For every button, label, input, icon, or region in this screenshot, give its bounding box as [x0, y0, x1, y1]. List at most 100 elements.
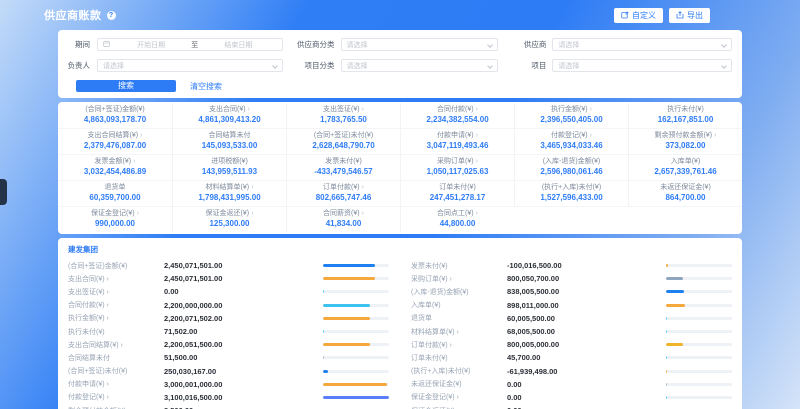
stat-cell[interactable]: 支出签证(¥)›1,783,765.50: [286, 103, 400, 129]
account-row-label: (合同+签证)金额(¥): [68, 261, 164, 271]
stat-value: 2,596,980,061.46: [540, 167, 602, 177]
stat-cell[interactable]: 合同薪资(¥)›41,834.00: [286, 207, 400, 233]
stat-value: 864,700.00: [665, 193, 705, 203]
stat-value: 3,465,934,033.46: [540, 141, 602, 151]
supplier-select[interactable]: 请选择: [552, 38, 732, 51]
account-row-label: 执行未付(¥): [68, 327, 164, 337]
account-row: 合同付款(¥) ›2,200,000,000.00: [68, 299, 389, 312]
stat-value: 1,527,596,433.00: [540, 193, 602, 203]
stat-cell[interactable]: 支出合同(¥)›4,861,309,413.20: [172, 103, 286, 129]
export-button[interactable]: 导出: [669, 8, 710, 23]
mini-bar: [323, 277, 389, 280]
stat-label: 保证金登记(¥): [91, 210, 135, 217]
account-row: 保证金返还(¥) ›0.00: [411, 404, 732, 409]
customize-button[interactable]: 自定义: [614, 8, 663, 23]
group-name-link[interactable]: 建发集团: [68, 244, 732, 255]
chevron-right-icon: ›: [590, 132, 592, 139]
start-date-input[interactable]: 开始日期: [113, 40, 189, 50]
stat-value: 247,451,278.17: [430, 193, 486, 203]
account-row-value: 0.00: [507, 393, 647, 402]
owner-select[interactable]: 请选择: [97, 59, 283, 72]
account-row: 订单付款(¥) ›800,005,000.00: [411, 338, 732, 351]
mini-bar: [323, 264, 389, 267]
account-row: 退货单60,005,500.00: [411, 312, 732, 325]
account-row-value: 2,450,071,501.00: [164, 261, 304, 270]
account-row-label: (入库-退货)金额(¥): [411, 287, 507, 297]
stat-value: 3,047,119,493.46: [427, 141, 489, 151]
group-rows-left: (合同+签证)金额(¥)2,450,071,501.00支出合同(¥) ›2,4…: [68, 259, 389, 409]
account-row: 付款登记(¥) ›3,100,016,500.00: [68, 391, 389, 404]
account-row-label[interactable]: 执行金额(¥) ›: [68, 313, 164, 323]
side-drawer-handle[interactable]: [0, 179, 7, 205]
stat-value: 1,798,431,995.00: [198, 193, 260, 203]
account-row-value: 2,200,051,500.00: [164, 340, 304, 349]
account-row-label[interactable]: 订单付款(¥) ›: [411, 340, 507, 350]
account-row-label: 退货单: [411, 313, 507, 323]
account-row-label[interactable]: 付款申请(¥) ›: [68, 379, 164, 389]
account-row-label[interactable]: 保证金登记(¥) ›: [411, 392, 507, 402]
account-row-value: 2,450,071,501.00: [164, 274, 304, 283]
account-row-label: 未返还保证金(¥): [411, 379, 507, 389]
stat-cell[interactable]: 订单付款(¥)›802,665,747.46: [286, 181, 400, 207]
stat-cell: 退货单60,359,700.00: [58, 181, 172, 207]
stat-cell[interactable]: 采购订单(¥)›1,050,117,025.63: [400, 155, 514, 181]
account-row-value: 838,005,500.00: [507, 287, 647, 296]
account-row-value: 68,005,500.00: [507, 327, 647, 336]
stat-label: 合同点工(¥): [437, 210, 474, 217]
stat-cell[interactable]: 材料结算单(¥)›1,798,431,995.00: [172, 181, 286, 207]
stat-cell: (执行+入库)未付(¥)1,527,596,433.00: [514, 181, 628, 207]
account-row-value: 2,200,000,000.00: [164, 301, 304, 310]
account-row-value: 51,500.00: [164, 353, 304, 362]
stat-cell[interactable]: 执行金额(¥)›2,396,550,405.00: [514, 103, 628, 129]
help-icon[interactable]: ?: [107, 11, 116, 20]
stat-cell[interactable]: 支出合同结算(¥)›2,379,476,087.00: [58, 129, 172, 155]
clear-search-link[interactable]: 清空搜索: [190, 81, 222, 92]
stat-label: 合同薪资(¥): [323, 210, 360, 217]
account-row-label[interactable]: 剩余预付款金额(¥) ›: [68, 406, 164, 409]
account-row: 入库单(¥)898,011,000.00: [411, 299, 732, 312]
mini-bar: [323, 343, 389, 346]
chevron-down-icon: [488, 63, 494, 69]
stat-cell[interactable]: 发票金额(¥)›3,032,454,486.89: [58, 155, 172, 181]
stat-cell[interactable]: 付款申请(¥)›3,047,119,493.46: [400, 129, 514, 155]
account-row-label[interactable]: 付款登记(¥) ›: [68, 392, 164, 402]
supplier-category-select[interactable]: 请选择: [341, 38, 499, 51]
stat-cell[interactable]: 保证金返还(¥)›125,300.00: [172, 207, 286, 233]
stat-value: 4,861,309,413.20: [198, 115, 260, 125]
stat-cell[interactable]: 保证金登记(¥)›990,000.00: [58, 207, 172, 233]
mini-bar: [323, 317, 389, 320]
account-row: 订单未付(¥)45,700.00: [411, 351, 732, 364]
account-row-label[interactable]: 保证金返还(¥) ›: [411, 406, 507, 409]
mini-bar: [666, 396, 732, 399]
end-date-input[interactable]: 结束日期: [200, 40, 276, 50]
account-row-label[interactable]: 支出合同(¥) ›: [68, 274, 164, 284]
account-row: 材料结算单(¥) ›68,005,500.00: [411, 325, 732, 338]
project-select[interactable]: 请选择: [552, 59, 732, 72]
stat-value: 2,234,382,554.00: [426, 115, 488, 125]
stat-cell[interactable]: 付款登记(¥)›3,465,934,033.46: [514, 129, 628, 155]
date-range-field[interactable]: 开始日期 至 结束日期: [97, 38, 283, 51]
stats-grid: (合同+签证)金额(¥)4,863,093,178.70支出合同(¥)›4,86…: [58, 103, 742, 233]
account-row-label[interactable]: 合同付款(¥) ›: [68, 300, 164, 310]
account-row-label: (执行+入库)未付(¥): [411, 366, 507, 376]
account-row: 支出签证(¥) ›0.00: [68, 285, 389, 298]
account-row-value: 3,100,016,500.00: [164, 393, 304, 402]
account-row: 执行未付(¥)71,502.00: [68, 325, 389, 338]
group-accounts-card: 建发集团 (合同+签证)金额(¥)2,450,071,501.00支出合同(¥)…: [58, 238, 742, 409]
search-button[interactable]: 搜索: [76, 80, 176, 92]
stat-cell[interactable]: 合同点工(¥)›44,800.00: [400, 207, 514, 233]
stat-cell[interactable]: 合同付款(¥)›2,234,382,554.00: [400, 103, 514, 129]
export-icon: [676, 11, 684, 19]
mini-bar: [666, 304, 732, 307]
stat-cell: 执行未付(¥)162,167,851.00: [628, 103, 742, 129]
stat-cell: 入库单(¥)2,657,339,761.46: [628, 155, 742, 181]
account-row-label[interactable]: 材料结算单(¥) ›: [411, 327, 507, 337]
stat-label: (合同+签证)未付(¥): [314, 132, 373, 139]
account-row-label[interactable]: 支出合同结算(¥) ›: [68, 340, 164, 350]
account-row-label[interactable]: 支出签证(¥) ›: [68, 287, 164, 297]
account-row-label: 合同结算未付: [68, 353, 164, 363]
account-row-label[interactable]: 采购订单(¥) ›: [411, 274, 507, 284]
mini-bar: [666, 277, 732, 280]
stat-cell[interactable]: 剩余预付款金额(¥)›373,082.00: [628, 129, 742, 155]
project-category-select[interactable]: 请选择: [341, 59, 499, 72]
